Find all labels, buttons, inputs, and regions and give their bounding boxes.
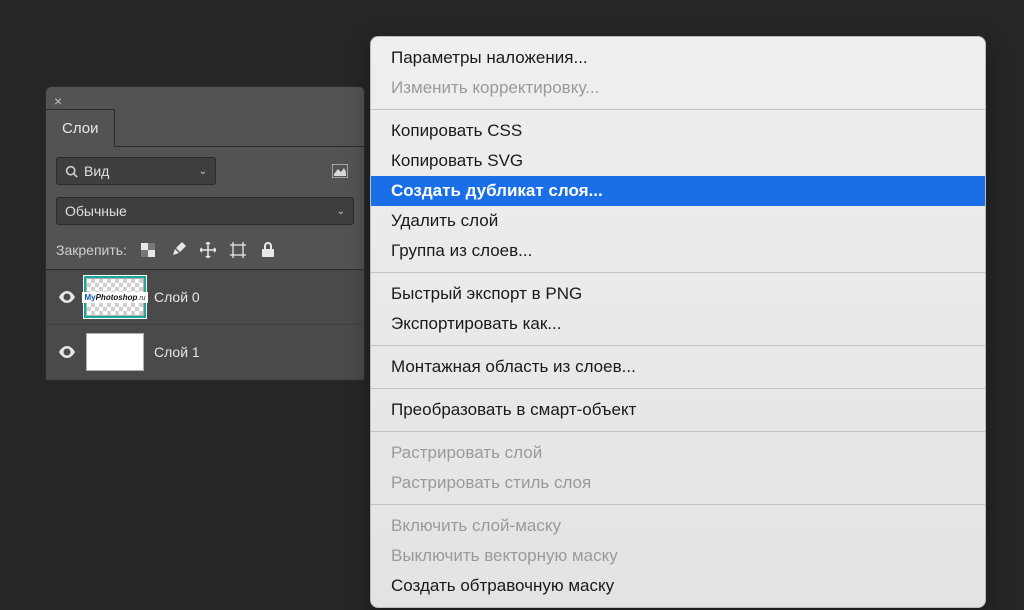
menu-item[interactable]: Параметры наложения... <box>371 43 985 73</box>
layers-panel: × Слои Вид ⌄ Обычные ⌄ <box>45 86 365 381</box>
tab-layers[interactable]: Слои <box>46 109 115 147</box>
menu-item[interactable]: Создать обтравочную маску <box>371 571 985 601</box>
menu-item: Растрировать слой <box>371 438 985 468</box>
menu-item[interactable]: Монтажная область из слоев... <box>371 352 985 382</box>
menu-item[interactable]: Быстрый экспорт в PNG <box>371 279 985 309</box>
menu-separator <box>371 272 985 273</box>
visibility-icon[interactable] <box>58 346 76 358</box>
chevron-down-icon: ⌄ <box>199 166 207 177</box>
blend-mode-label: Обычные <box>65 203 127 219</box>
lock-all-icon[interactable] <box>259 241 277 259</box>
context-menu: Параметры наложения...Изменить корректир… <box>370 36 986 608</box>
lock-row: Закрепить: <box>46 233 364 269</box>
menu-item: Изменить корректировку... <box>371 73 985 103</box>
layer-thumbnail[interactable]: MyPhotoshop.ru <box>86 278 144 316</box>
menu-separator <box>371 388 985 389</box>
menu-item[interactable]: Копировать CSS <box>371 116 985 146</box>
filter-pixel-icon[interactable] <box>330 162 350 180</box>
menu-separator <box>371 431 985 432</box>
layer-row[interactable]: Слой 1 <box>46 325 364 380</box>
menu-separator <box>371 109 985 110</box>
menu-item[interactable]: Копировать SVG <box>371 146 985 176</box>
menu-separator <box>371 504 985 505</box>
layer-name[interactable]: Слой 1 <box>154 344 200 360</box>
layer-name[interactable]: Слой 0 <box>154 289 200 305</box>
lock-transparency-icon[interactable] <box>139 241 157 259</box>
layers-list: MyPhotoshop.ru Слой 0 Слой 1 <box>46 269 364 380</box>
visibility-icon[interactable] <box>58 291 76 303</box>
menu-item[interactable]: Группа из слоев... <box>371 236 985 266</box>
search-icon <box>65 165 78 178</box>
lock-position-icon[interactable] <box>199 241 217 259</box>
close-icon[interactable]: × <box>54 93 62 109</box>
blend-mode-row: Обычные ⌄ <box>46 193 364 233</box>
layer-filter-row: Вид ⌄ <box>46 147 364 193</box>
blend-mode-select[interactable]: Обычные ⌄ <box>56 197 354 225</box>
menu-item[interactable]: Преобразовать в смарт-объект <box>371 395 985 425</box>
menu-item[interactable]: Экспортировать как... <box>371 309 985 339</box>
menu-item: Включить слой-маску <box>371 511 985 541</box>
lock-artboard-icon[interactable] <box>229 241 247 259</box>
chevron-down-icon: ⌄ <box>337 206 345 217</box>
lock-pixels-icon[interactable] <box>169 241 187 259</box>
menu-item: Выключить векторную маску <box>371 541 985 571</box>
lock-label: Закрепить: <box>56 242 127 258</box>
menu-item[interactable]: Удалить слой <box>371 206 985 236</box>
menu-separator <box>371 345 985 346</box>
menu-item[interactable]: Создать дубликат слоя... <box>371 176 985 206</box>
layer-row[interactable]: MyPhotoshop.ru Слой 0 <box>46 270 364 325</box>
menu-item: Растрировать стиль слоя <box>371 468 985 498</box>
filter-kind-label: Вид <box>84 163 109 179</box>
filter-kind-select[interactable]: Вид ⌄ <box>56 157 216 185</box>
thumbnail-logo: MyPhotoshop.ru <box>82 292 147 303</box>
panel-tabs: Слои <box>46 87 364 147</box>
layer-thumbnail[interactable] <box>86 333 144 371</box>
